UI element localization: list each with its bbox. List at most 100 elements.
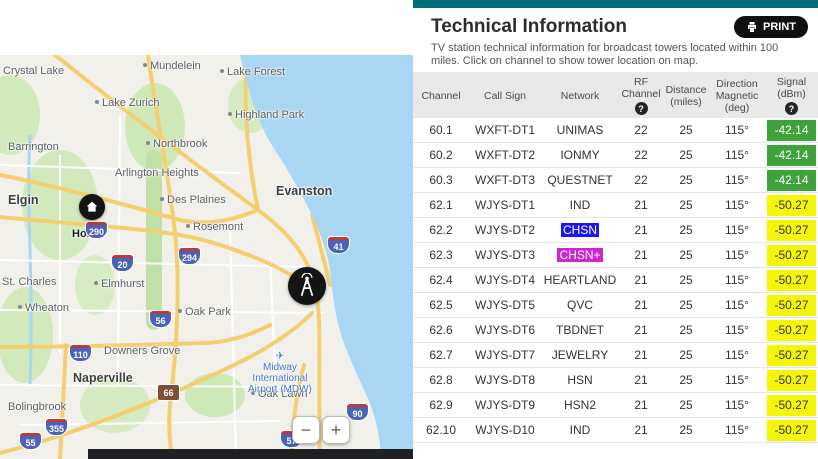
channel-cell[interactable]: 60.3 (413, 168, 469, 193)
map-label-bolingbrook: Bolingbrook (8, 401, 66, 413)
distance-cell: 25 (663, 368, 709, 393)
channel-cell[interactable]: 62.4 (413, 268, 469, 293)
rf-channel-cell: 21 (619, 218, 663, 243)
distance-cell: 25 (663, 193, 709, 218)
printer-icon (746, 21, 758, 33)
call-sign-cell: WJYS-DT8 (469, 368, 541, 393)
col-header-network: Network (541, 72, 619, 118)
direction-cell: 115° (709, 368, 765, 393)
table-row: 62.9WJYS-DT9HSN22125115°-50.27 (413, 393, 818, 418)
town-dot-icon (160, 197, 164, 201)
col-header-signal-dbm: Signal(dBm)? (765, 72, 818, 118)
map-attribution-bar (88, 449, 413, 459)
network-cell: JEWELRY (541, 343, 619, 368)
distance-cell: 25 (663, 168, 709, 193)
rf-channel-cell: 21 (619, 193, 663, 218)
call-sign-cell: WJYS-DT1 (469, 193, 541, 218)
town-dot-icon (146, 141, 150, 145)
print-button-label: PRINT (763, 21, 796, 33)
signal-cell: -42.14 (765, 118, 818, 143)
town-dot-icon (95, 100, 99, 104)
network-cell: IND (541, 418, 619, 443)
network-cell: QVC (541, 293, 619, 318)
direction-cell: 115° (709, 193, 765, 218)
signal-cell: -50.27 (765, 318, 818, 343)
direction-cell: 115° (709, 418, 765, 443)
direction-cell: 115° (709, 243, 765, 268)
help-icon[interactable]: ? (635, 102, 648, 115)
channel-cell[interactable]: 62.9 (413, 393, 469, 418)
network-cell: TBDNET (541, 318, 619, 343)
map[interactable]: Crystal LakeMundeleinLake ForestLake Zur… (0, 55, 413, 459)
call-sign-cell: WJYS-DT3 (469, 243, 541, 268)
airport-label-line: Airport (MDW) (248, 384, 312, 395)
signal-value: -50.27 (767, 195, 816, 216)
highway-shield-41: 41 (328, 237, 349, 253)
rf-channel-cell: 21 (619, 418, 663, 443)
airport-label: ✈ MidwayInternationalAirport (MDW) (248, 351, 312, 395)
distance-cell: 25 (663, 418, 709, 443)
channel-cell[interactable]: 62.3 (413, 243, 469, 268)
channel-cell[interactable]: 62.6 (413, 318, 469, 343)
signal-value: -50.27 (767, 245, 816, 266)
table-row: 62.3WJYS-DT3CHSN+2125115°-50.27 (413, 243, 818, 268)
panel-header: Technical Information PRINT TV station t… (413, 8, 818, 72)
network-label: HSN (567, 373, 592, 387)
channel-cell[interactable]: 62.2 (413, 218, 469, 243)
map-label-rosemont: Rosemont (186, 221, 243, 233)
map-label-elmhurst: Elmhurst (94, 278, 144, 290)
signal-cell: -50.27 (765, 343, 818, 368)
technical-info-panel: Technical Information PRINT TV station t… (413, 0, 818, 459)
network-cell: CHSN+ (541, 243, 619, 268)
airport-label-line: Midway (248, 362, 312, 373)
channel-cell[interactable]: 62.10 (413, 418, 469, 443)
signal-cell: -42.14 (765, 168, 818, 193)
channel-cell[interactable]: 62.1 (413, 193, 469, 218)
col-header-channel: Channel (413, 72, 469, 118)
home-marker[interactable] (79, 194, 105, 220)
table-row: 62.5WJYS-DT5QVC2125115°-50.27 (413, 293, 818, 318)
network-label: CHSN+ (557, 248, 602, 262)
zoom-in-button[interactable]: + (322, 416, 350, 444)
call-sign-cell: WJYS-DT7 (469, 343, 541, 368)
highway-shield-56: 56 (150, 311, 171, 327)
map-canvas (0, 55, 413, 459)
town-dot-icon (143, 63, 147, 67)
direction-cell: 115° (709, 143, 765, 168)
signal-cell: -50.27 (765, 393, 818, 418)
col-header-direction-magnetic-deg: DirectionMagnetic(deg) (709, 72, 765, 118)
call-sign-cell: WXFT-DT3 (469, 168, 541, 193)
network-label: CHSN (561, 223, 599, 237)
network-cell: QUESTNET (541, 168, 619, 193)
zoom-out-button[interactable]: − (292, 416, 320, 444)
distance-cell: 25 (663, 293, 709, 318)
highway-shield-110: 110 (70, 345, 91, 361)
map-label-highland-park: Highland Park (228, 109, 304, 121)
zoom-in-icon: + (331, 421, 342, 439)
network-cell: UNIMAS (541, 118, 619, 143)
map-label-naperville: Naperville (73, 371, 133, 385)
network-cell: HEARTLAND (541, 268, 619, 293)
town-dot-icon (186, 224, 190, 228)
stations-table: ChannelCall SignNetworkRFChannel?Distanc… (413, 72, 818, 443)
rf-channel-cell: 22 (619, 118, 663, 143)
rf-channel-cell: 21 (619, 243, 663, 268)
signal-value: -42.14 (767, 170, 816, 191)
direction-cell: 115° (709, 393, 765, 418)
tower-marker[interactable] (288, 267, 326, 305)
signal-value: -42.14 (767, 120, 816, 141)
highway-shield-20: 20 (112, 255, 133, 271)
signal-value: -50.27 (767, 220, 816, 241)
map-label-st-charles: St. Charles (2, 276, 56, 288)
help-icon[interactable]: ? (785, 102, 798, 115)
print-button[interactable]: PRINT (734, 16, 808, 38)
channel-cell[interactable]: 62.5 (413, 293, 469, 318)
channel-cell[interactable]: 62.8 (413, 368, 469, 393)
channel-cell[interactable]: 60.2 (413, 143, 469, 168)
channel-cell[interactable]: 62.7 (413, 343, 469, 368)
signal-value: -50.27 (767, 320, 816, 341)
table-row: 60.2WXFT-DT2IONMY2225115°-42.14 (413, 143, 818, 168)
network-label: QVC (567, 298, 593, 312)
channel-cell[interactable]: 60.1 (413, 118, 469, 143)
network-label: HEARTLAND (544, 273, 616, 287)
